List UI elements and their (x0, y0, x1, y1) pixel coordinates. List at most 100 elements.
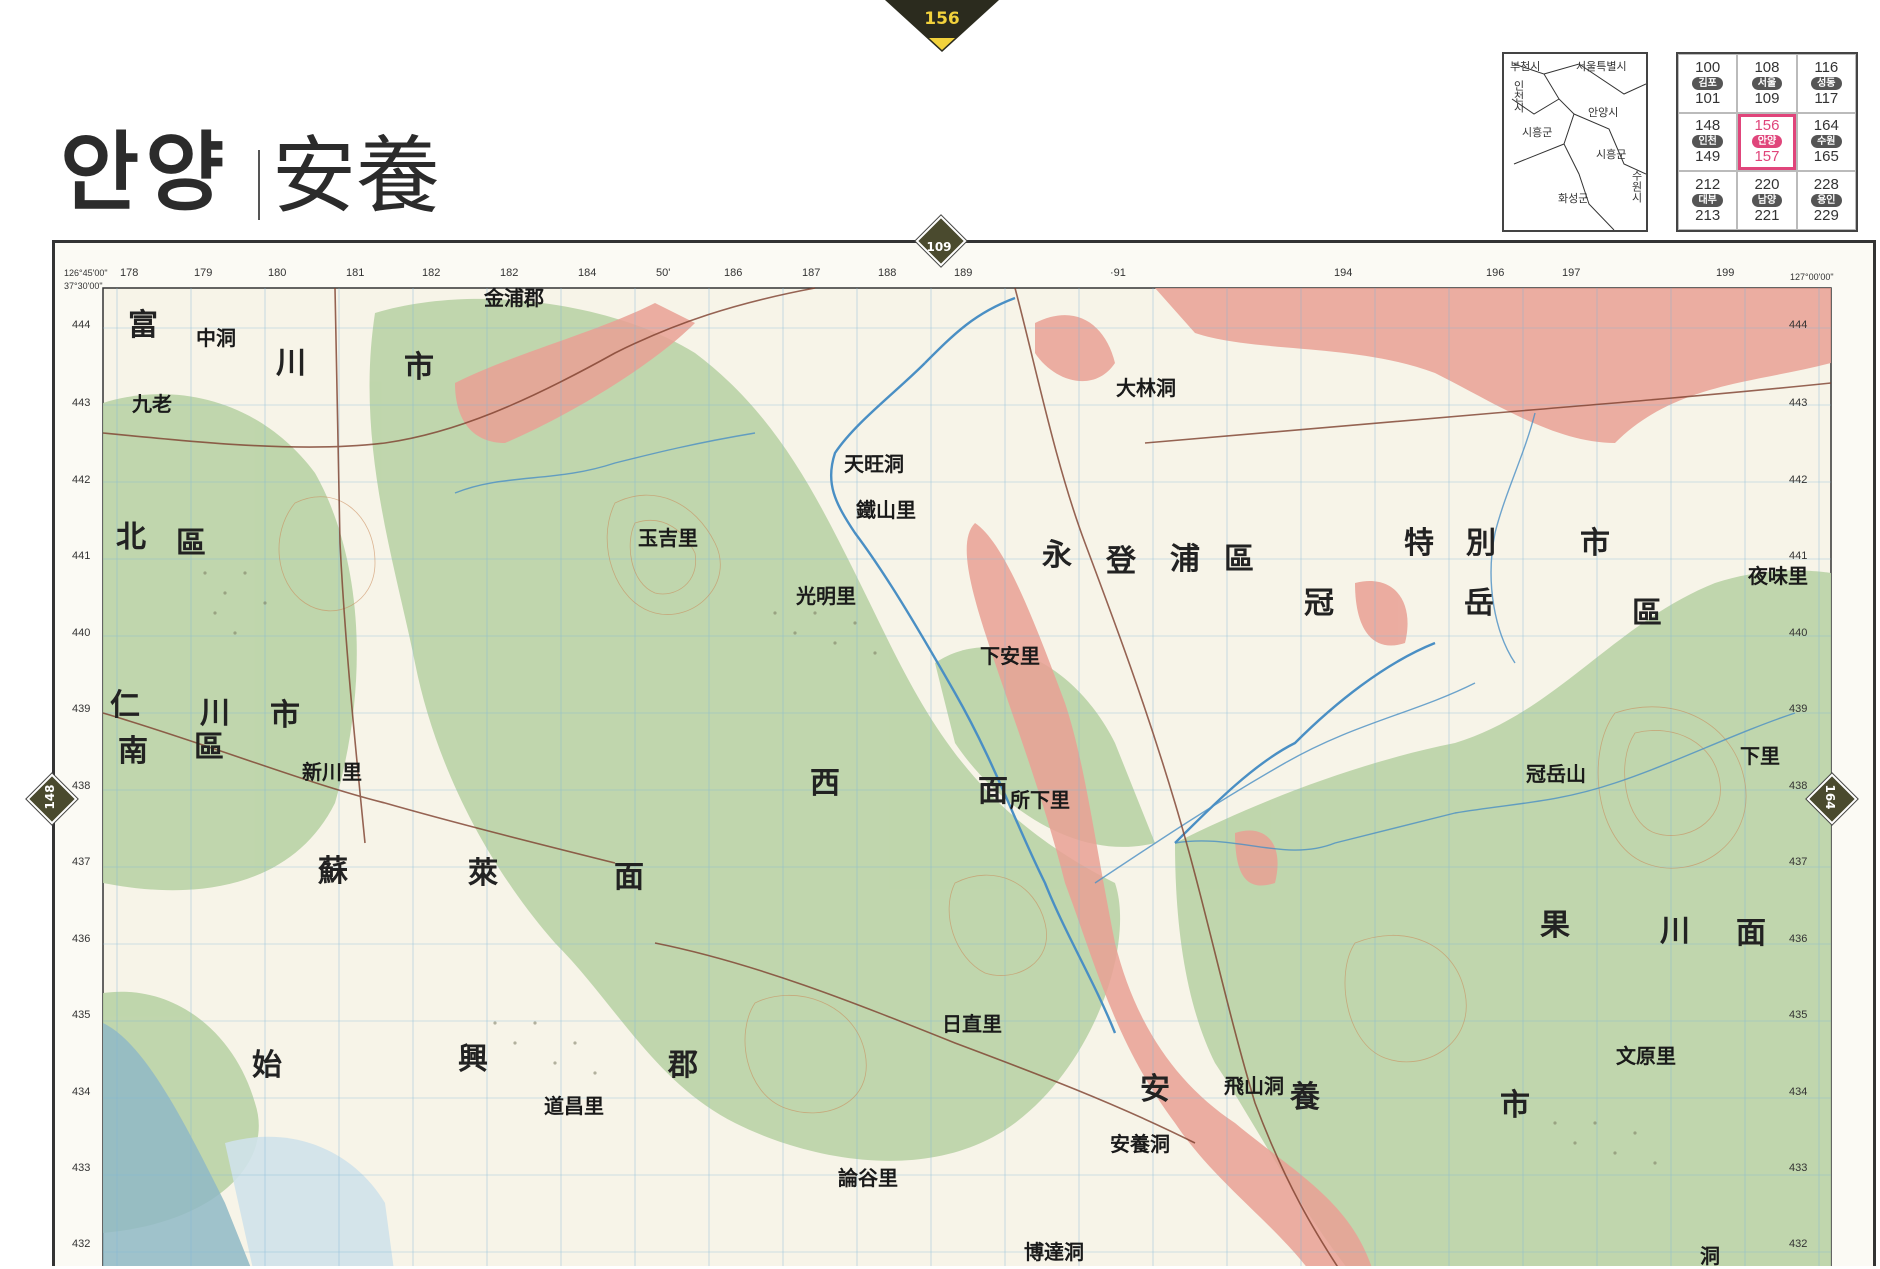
index-bottom-number: 229 (1813, 207, 1839, 225)
left-tick: 437 (72, 856, 91, 868)
district-label: 興 (458, 1042, 490, 1077)
index-cell-seoul[interactable]: 108 서울 109 (1737, 54, 1797, 113)
district-label: 川 (1660, 914, 1692, 949)
left-tick: 432 (72, 1238, 91, 1250)
district-label: 北 (116, 520, 148, 555)
index-bottom-number: 117 (1814, 89, 1839, 107)
right-tick: 432 (1789, 1238, 1808, 1250)
place-label: 日直里 (942, 1012, 1002, 1036)
right-tick: 433 (1789, 1162, 1808, 1174)
index-cell-anyang-current[interactable]: 156 안양 157 (1737, 112, 1797, 172)
place-label: 大林洞 (1116, 376, 1176, 400)
district-label: 西 (810, 766, 842, 801)
right-tick: 442 (1789, 474, 1808, 486)
map-canvas (102, 287, 1832, 1266)
index-bottom-number: 109 (1754, 89, 1780, 107)
district-label: 面 (614, 860, 646, 895)
left-tick: 440 (72, 627, 91, 639)
index-cell-incheon[interactable]: 148 인천 149 (1678, 112, 1738, 172)
index-cell-namyang[interactable]: 220 남양 221 (1737, 171, 1797, 230)
district-label: 養 (1290, 1080, 1322, 1115)
index-top-number: 164 (1813, 117, 1839, 135)
left-tick: 438 (72, 780, 91, 792)
district-label: 區 (176, 526, 208, 561)
top-tick: 181 (346, 267, 365, 279)
left-tick: 443 (72, 397, 91, 409)
page-title-hanja: 安養 (272, 127, 441, 225)
left-tick: 442 (72, 474, 91, 486)
index-cell-daebu[interactable]: 212 대부 213 (1678, 171, 1738, 230)
district-label: 安 (1140, 1072, 1172, 1107)
left-tick: 436 (72, 933, 91, 945)
place-label: 夜味里 (1748, 564, 1808, 588)
right-tick: 444 (1789, 319, 1808, 331)
top-tick: ·91 (1110, 267, 1126, 279)
page-number: 156 (924, 9, 960, 29)
page-number-tab: 156 (885, 0, 999, 54)
inset-label-incheon: 인천시 (1512, 80, 1525, 113)
index-label: 남양 (1751, 194, 1783, 208)
index-top-number: 228 (1813, 176, 1839, 194)
district-label: 南 (118, 734, 150, 769)
title-divider (258, 150, 260, 220)
left-tick: 434 (72, 1086, 91, 1098)
top-tick: 189 (954, 267, 973, 279)
district-label: 市 (1500, 1088, 1532, 1123)
place-label: 光明里 (796, 584, 856, 608)
place-label: 道昌里 (544, 1094, 604, 1118)
nav-east-label[interactable]: 164 (1823, 777, 1837, 817)
index-top-number: 220 (1754, 176, 1780, 194)
index-bottom-number: 221 (1754, 207, 1780, 225)
index-bottom-number: 101 (1695, 89, 1721, 107)
top-tick: 180 (268, 267, 287, 279)
index-bottom-number: 165 (1813, 148, 1839, 166)
nav-north-label[interactable]: 109 (919, 240, 959, 254)
place-label: 安養洞 (1110, 1132, 1170, 1156)
district-label: 區 (1224, 542, 1256, 577)
place-label: 冠岳山 (1526, 762, 1586, 786)
index-cell-gimpo[interactable]: 100 김포 101 (1678, 54, 1738, 113)
index-label: 인천 (1692, 135, 1723, 149)
place-label: 中洞 (196, 326, 236, 350)
inset-label-hwaseong: 화성군 (1558, 192, 1589, 205)
left-tick: 439 (72, 703, 91, 715)
top-tick: 178 (120, 267, 139, 279)
district-label: 川 (276, 346, 308, 381)
district-label: 冠 (1304, 586, 1336, 621)
corner-lon-left: 126°45'00" (64, 268, 108, 278)
top-tick: 50' (656, 267, 671, 279)
inset-locator-map: 부천시 서울특별시 인천시 안양시 시흥군 시흥군 화성군 수원시 (1502, 52, 1648, 232)
right-tick: 435 (1789, 1009, 1808, 1021)
place-label: 所下里 (1010, 788, 1070, 812)
district-label: 浦 (1170, 542, 1202, 577)
top-tick: 196 (1486, 267, 1505, 279)
inset-label-bucheon: 부천시 (1510, 60, 1541, 73)
district-label: 特 (1404, 526, 1436, 561)
corner-lat-top: 37°30'00" (64, 281, 103, 291)
left-tick: 441 (72, 550, 91, 562)
topographic-map[interactable] (52, 240, 1876, 1266)
index-label: 대부 (1692, 194, 1723, 208)
index-top-number: 156 (1754, 117, 1780, 135)
top-tick: 186 (724, 267, 743, 279)
page-title-korean: 안양 (60, 123, 231, 223)
index-top-number: 100 (1695, 58, 1721, 76)
right-tick: 434 (1789, 1086, 1808, 1098)
place-label: 博達洞 (1024, 1240, 1084, 1264)
place-label: 文原里 (1616, 1044, 1676, 1068)
right-tick: 436 (1789, 933, 1808, 945)
index-cell-suwon[interactable]: 164 수원 165 (1796, 112, 1856, 172)
place-label: 鐵山里 (856, 498, 916, 522)
nav-west-label[interactable]: 148 (43, 777, 57, 817)
corner-lon-right: 127°00'00" (1790, 272, 1834, 282)
index-cell-yongin[interactable]: 228 용인 229 (1796, 171, 1856, 230)
index-top-number: 148 (1695, 117, 1721, 135)
top-tick: 184 (578, 267, 597, 279)
index-cell-seongdong[interactable]: 116 성동 117 (1796, 54, 1856, 113)
district-label: 區 (1632, 596, 1664, 631)
index-label: 성동 (1811, 76, 1842, 90)
district-label: 永 (1042, 538, 1074, 573)
district-label: 面 (1736, 916, 1768, 951)
index-bottom-number: 149 (1695, 148, 1721, 166)
district-label: 果 (1540, 908, 1572, 943)
